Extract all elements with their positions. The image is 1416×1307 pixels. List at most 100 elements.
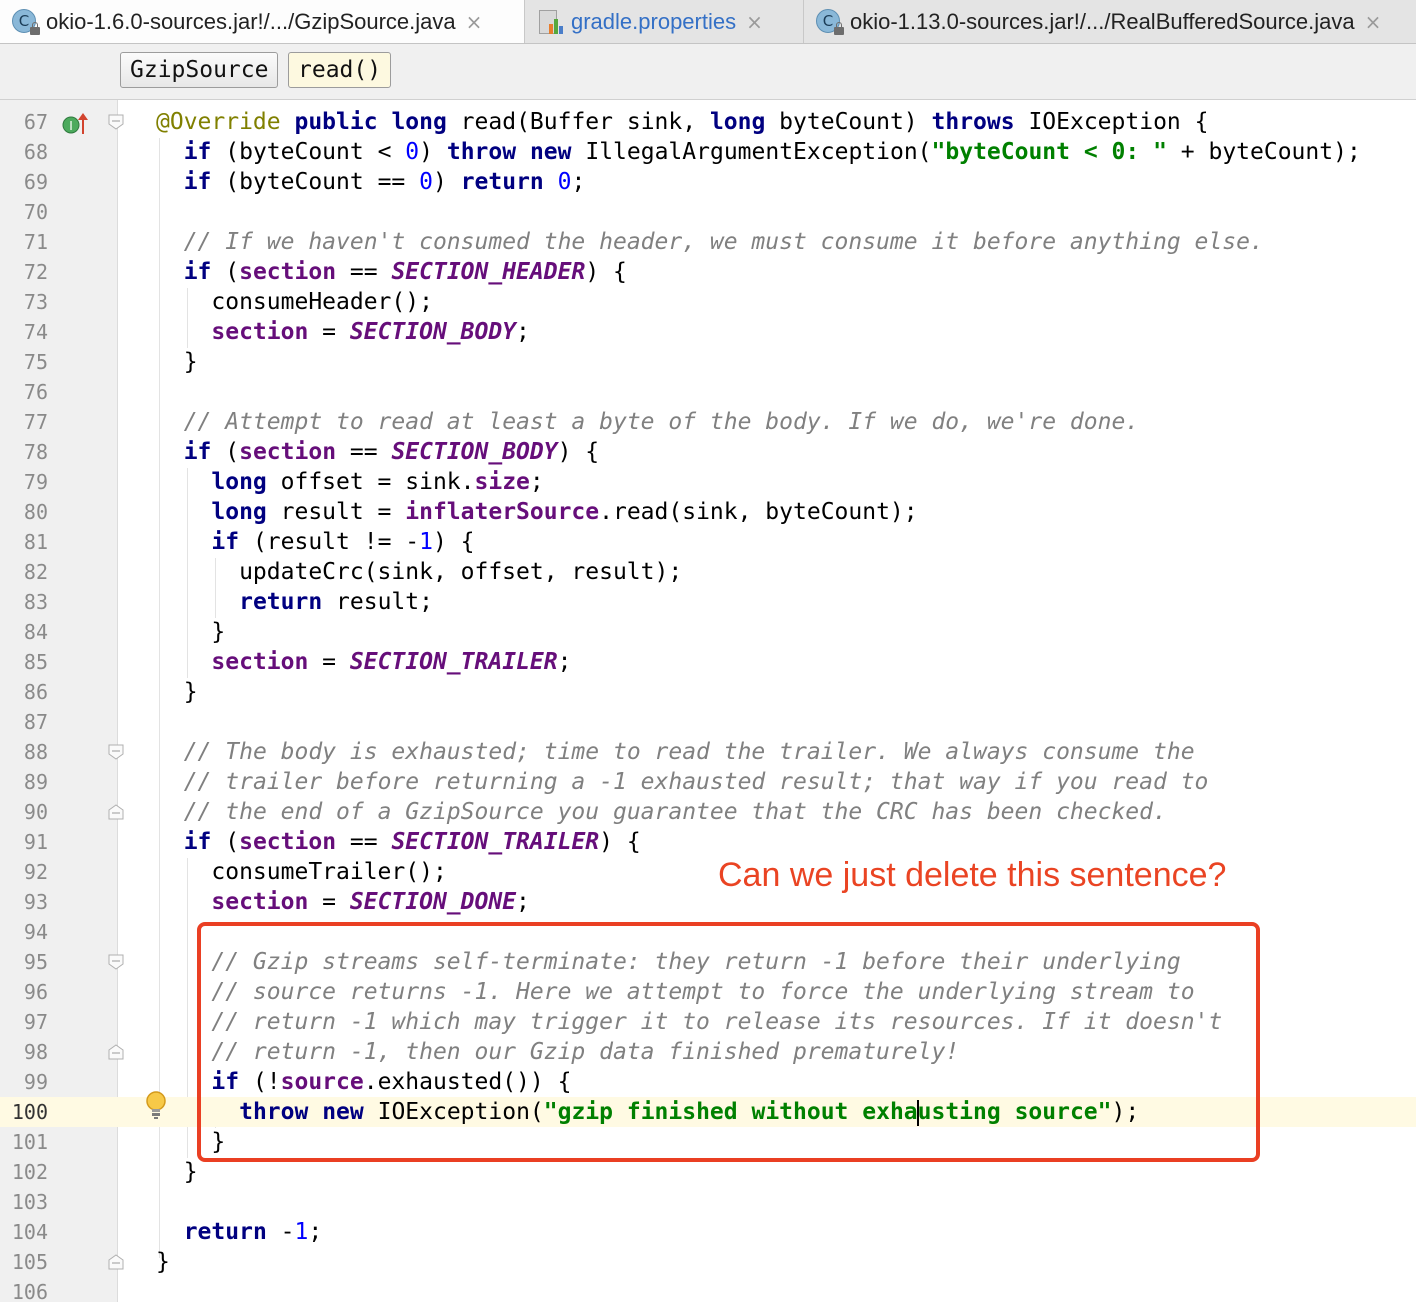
code-text: } bbox=[156, 619, 226, 645]
code-line[interactable]: 80 long result = inflaterSource.read(sin… bbox=[0, 497, 1416, 527]
gradle-properties-icon bbox=[535, 7, 565, 37]
line-number: 84 bbox=[23, 620, 48, 644]
code-line[interactable]: 88 // The body is exhausted; time to rea… bbox=[0, 737, 1416, 767]
fold-end-icon[interactable] bbox=[108, 1044, 124, 1060]
code-line[interactable]: 105} bbox=[0, 1247, 1416, 1277]
code-text: if (result != -1) { bbox=[211, 529, 475, 555]
line-number: 99 bbox=[23, 1070, 48, 1094]
code-text: // The body is exhausted; time to read t… bbox=[183, 739, 1195, 765]
annotation-highlight-box bbox=[197, 922, 1260, 1162]
line-number: 95 bbox=[23, 950, 48, 974]
code-text: if (section == SECTION_HEADER) { bbox=[183, 259, 627, 285]
code-line[interactable]: 91 if (section == SECTION_TRAILER) { bbox=[0, 827, 1416, 857]
line-number: 87 bbox=[23, 710, 48, 734]
line-number: 88 bbox=[23, 740, 48, 764]
breadcrumb-method[interactable]: read() bbox=[288, 52, 392, 88]
tab-label: okio-1.13.0-sources.jar!/.../RealBuffere… bbox=[850, 8, 1355, 34]
code-line[interactable]: 86 } bbox=[0, 677, 1416, 707]
fold-icon[interactable] bbox=[108, 954, 124, 970]
code-line[interactable]: 68 if (byteCount < 0) throw new IllegalA… bbox=[0, 137, 1416, 167]
code-line[interactable]: 78 if (section == SECTION_BODY) { bbox=[0, 437, 1416, 467]
line-number: 89 bbox=[23, 770, 48, 794]
intention-bulb-icon[interactable] bbox=[144, 1090, 168, 1120]
code-text: } bbox=[156, 349, 198, 375]
code-text: long offset = sink.size; bbox=[211, 469, 544, 495]
code-line[interactable]: 69 if (byteCount == 0) return 0; bbox=[0, 167, 1416, 197]
annotation-note: Can we just delete this sentence? bbox=[718, 856, 1227, 894]
code-line[interactable]: 103 bbox=[0, 1187, 1416, 1217]
line-number: 73 bbox=[23, 290, 48, 314]
code-line[interactable]: 76 bbox=[0, 377, 1416, 407]
fold-end-icon[interactable] bbox=[108, 804, 124, 820]
code-text: consumeTrailer(); bbox=[156, 859, 447, 885]
code-line[interactable]: 106 bbox=[0, 1277, 1416, 1307]
fold-end-icon[interactable] bbox=[108, 1254, 124, 1270]
code-text: section = SECTION_TRAILER; bbox=[211, 649, 572, 675]
line-number: 67 bbox=[23, 110, 48, 134]
line-number: 104 bbox=[11, 1220, 48, 1244]
line-number: 79 bbox=[23, 470, 48, 494]
code-line[interactable]: 71 // If we haven't consumed the header,… bbox=[0, 227, 1416, 257]
breadcrumb: GzipSource read() bbox=[0, 44, 1416, 100]
line-number: 97 bbox=[23, 1010, 48, 1034]
editor-tab-bar: C okio-1.6.0-sources.jar!/.../GzipSource… bbox=[0, 0, 1416, 44]
code-line[interactable]: 81 if (result != -1) { bbox=[0, 527, 1416, 557]
line-number: 85 bbox=[23, 650, 48, 674]
code-line[interactable]: 85 section = SECTION_TRAILER; bbox=[0, 647, 1416, 677]
close-icon[interactable]: × bbox=[466, 10, 483, 34]
code-text: section = SECTION_BODY; bbox=[211, 319, 530, 345]
code-text: long result = inflaterSource.read(sink, … bbox=[211, 499, 918, 525]
tab-label: gradle.properties bbox=[571, 8, 737, 34]
code-text: // Attempt to read at least a byte of th… bbox=[183, 409, 1140, 435]
line-number: 105 bbox=[11, 1250, 48, 1274]
code-text: } bbox=[156, 1159, 198, 1185]
code-line[interactable]: 67 @Override public long read(Buffer sink… bbox=[0, 107, 1416, 137]
line-number: 72 bbox=[23, 260, 48, 284]
line-number: 80 bbox=[23, 500, 48, 524]
code-line[interactable]: 74 section = SECTION_BODY; bbox=[0, 317, 1416, 347]
code-line[interactable]: 73 consumeHeader(); bbox=[0, 287, 1416, 317]
code-line[interactable]: 104 return -1; bbox=[0, 1217, 1416, 1247]
code-line[interactable]: 79 long offset = sink.size; bbox=[0, 467, 1416, 497]
line-number: 75 bbox=[23, 350, 48, 374]
override-method-icon[interactable]: I bbox=[62, 112, 90, 136]
code-text: if (section == SECTION_BODY) { bbox=[183, 439, 600, 465]
code-line[interactable]: 87 bbox=[0, 707, 1416, 737]
code-line[interactable]: 83 return result; bbox=[0, 587, 1416, 617]
code-line[interactable]: 82 updateCrc(sink, offset, result); bbox=[0, 557, 1416, 587]
code-line[interactable]: 84 } bbox=[0, 617, 1416, 647]
code-text: if (byteCount < 0) throw new IllegalArgu… bbox=[183, 139, 1361, 165]
code-text: } bbox=[156, 679, 198, 705]
code-text: updateCrc(sink, offset, result); bbox=[156, 559, 683, 585]
fold-icon[interactable] bbox=[108, 114, 124, 130]
line-number: 71 bbox=[23, 230, 48, 254]
line-number: 81 bbox=[23, 530, 48, 554]
code-text: // trailer before returning a -1 exhaust… bbox=[183, 769, 1209, 795]
code-text: // If we haven't consumed the header, we… bbox=[183, 229, 1264, 255]
line-number: 90 bbox=[23, 800, 48, 824]
tab-realbufferedsource[interactable]: C okio-1.13.0-sources.jar!/.../RealBuffe… bbox=[804, 0, 1416, 43]
line-number: 78 bbox=[23, 440, 48, 464]
code-line[interactable]: 89 // trailer before returning a -1 exha… bbox=[0, 767, 1416, 797]
code-text: return result; bbox=[239, 589, 433, 615]
line-number: 82 bbox=[23, 560, 48, 584]
line-number: 101 bbox=[11, 1130, 48, 1154]
code-line[interactable]: 72 if (section == SECTION_HEADER) { bbox=[0, 257, 1416, 287]
close-icon[interactable]: × bbox=[1365, 10, 1382, 34]
code-text: if (byteCount == 0) return 0; bbox=[183, 169, 586, 195]
code-text: } bbox=[156, 1249, 170, 1275]
line-number: 69 bbox=[23, 170, 48, 194]
svg-text:I: I bbox=[69, 119, 73, 133]
code-line[interactable]: 75 } bbox=[0, 347, 1416, 377]
line-number: 74 bbox=[23, 320, 48, 344]
code-line[interactable]: 90 // the end of a GzipSource you guaran… bbox=[0, 797, 1416, 827]
fold-icon[interactable] bbox=[108, 744, 124, 760]
code-text: if (section == SECTION_TRAILER) { bbox=[183, 829, 641, 855]
code-line[interactable]: 70 bbox=[0, 197, 1416, 227]
tab-gradle-properties[interactable]: gradle.properties × bbox=[525, 0, 804, 43]
close-icon[interactable]: × bbox=[746, 10, 763, 34]
breadcrumb-class[interactable]: GzipSource bbox=[120, 52, 279, 88]
tab-gzipsource[interactable]: C okio-1.6.0-sources.jar!/.../GzipSource… bbox=[0, 0, 525, 43]
code-line[interactable]: 77 // Attempt to read at least a byte of… bbox=[0, 407, 1416, 437]
line-number: 83 bbox=[23, 590, 48, 614]
